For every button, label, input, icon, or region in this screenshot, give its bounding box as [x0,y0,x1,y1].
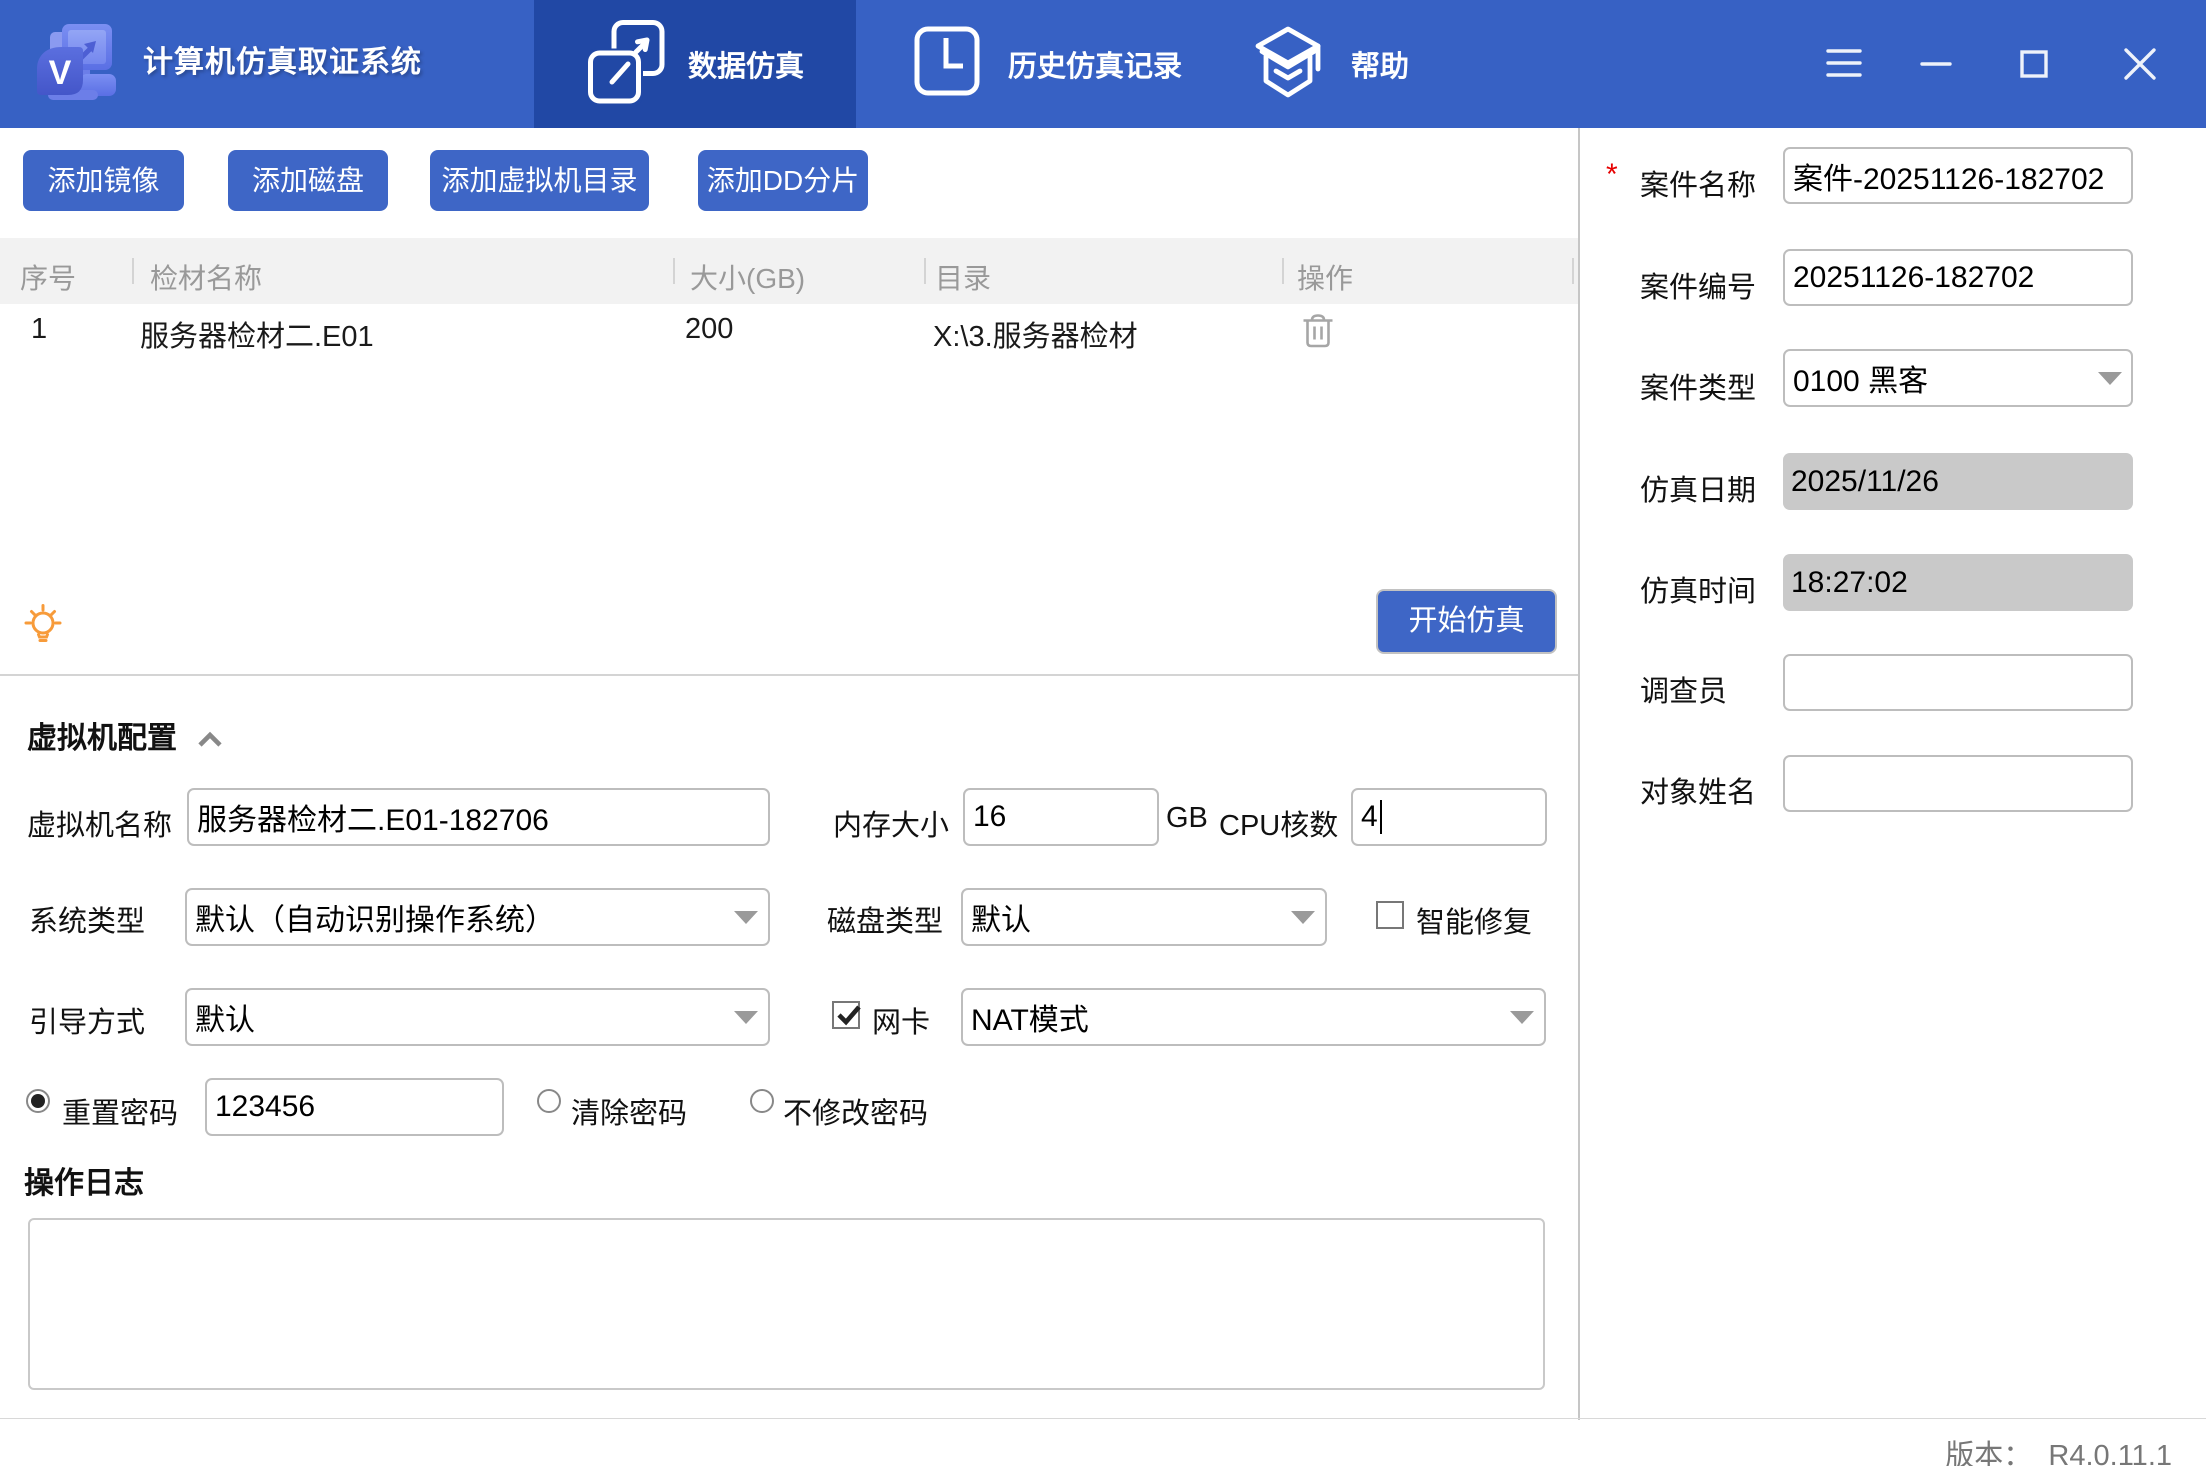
svg-text:V: V [49,54,72,92]
